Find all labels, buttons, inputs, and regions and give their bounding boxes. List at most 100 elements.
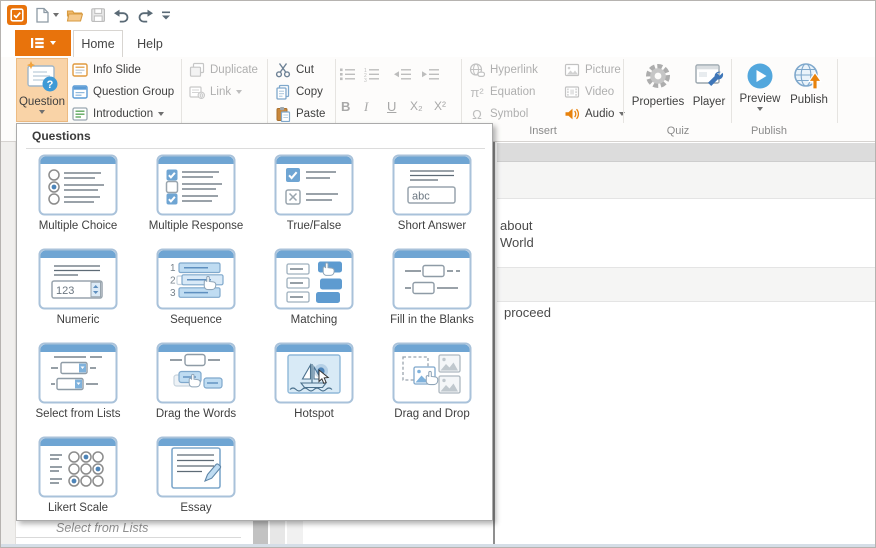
- question-type-label: Numeric: [23, 314, 133, 327]
- svg-text:123: 123: [56, 285, 74, 297]
- form-row-band: [497, 267, 876, 302]
- scrollbar-thumb[interactable]: [253, 518, 268, 544]
- info-slide-button[interactable]: Info Slide: [72, 60, 141, 80]
- new-document-caret-icon[interactable]: [53, 13, 59, 17]
- question-type-item[interactable]: Hotspot: [259, 342, 369, 421]
- preview-button[interactable]: Preview: [735, 58, 785, 122]
- likert-scale-icon: [38, 436, 118, 498]
- question-type-item[interactable]: Select from Lists: [23, 342, 133, 421]
- subscript-button[interactable]: X₂: [410, 99, 423, 113]
- question-type-item[interactable]: Multiple Response: [141, 154, 251, 233]
- question-type-label: Select from Lists: [23, 408, 133, 421]
- new-document-button[interactable]: [34, 4, 59, 26]
- underline-button[interactable]: U: [387, 99, 396, 114]
- question-type-item[interactable]: 123Sequence: [141, 248, 251, 327]
- question-button[interactable]: ? Question: [16, 58, 68, 122]
- duplicate-icon: [189, 62, 205, 78]
- question-type-label: Multiple Choice: [23, 220, 133, 233]
- application-menu-button[interactable]: [15, 30, 71, 56]
- publish-globe-icon: [793, 61, 825, 91]
- fill-in-the-blanks-icon: [392, 248, 472, 310]
- question-type-item[interactable]: Multiple Choice: [23, 154, 133, 233]
- svg-text:3: 3: [170, 288, 176, 299]
- bullet-list-button[interactable]: [339, 67, 357, 82]
- decrease-indent-button[interactable]: [393, 67, 413, 82]
- audio-button[interactable]: Audio: [564, 104, 625, 124]
- form-row-band: [497, 162, 876, 199]
- question-type-item[interactable]: Fill in the Blanks: [377, 248, 487, 327]
- questions-dropdown-panel: Questions Multiple ChoiceMultiple Respon…: [16, 123, 493, 521]
- group-label-quiz: Quiz: [643, 125, 713, 137]
- link-button[interactable]: 0 Link: [189, 82, 242, 102]
- undo-button[interactable]: [113, 4, 130, 26]
- question-type-label: Multiple Response: [141, 220, 251, 233]
- multiple-choice-icon: [38, 154, 118, 216]
- customize-toolbar-button[interactable]: [161, 4, 171, 26]
- panel-splitter[interactable]: [493, 142, 495, 544]
- copy-button[interactable]: Copy: [275, 82, 323, 102]
- copy-icon: [275, 84, 291, 100]
- video-icon: [564, 84, 580, 100]
- duplicate-button[interactable]: Duplicate: [189, 60, 258, 80]
- info-slide-icon: [72, 62, 88, 78]
- question-group-icon: [72, 84, 88, 100]
- hyperlink-button[interactable]: Hyperlink: [469, 60, 538, 80]
- background-text-line: proceed: [504, 305, 551, 320]
- open-button[interactable]: [66, 4, 83, 26]
- question-type-item[interactable]: Drag the Words: [141, 342, 251, 421]
- question-type-item[interactable]: Matching: [259, 248, 369, 327]
- equation-button[interactable]: π² Equation: [469, 82, 535, 102]
- question-type-label: Matching: [259, 314, 369, 327]
- question-type-item[interactable]: abcShort Answer: [377, 154, 487, 233]
- player-window-icon: [694, 61, 724, 93]
- svg-text:1: 1: [170, 263, 176, 274]
- numeric-icon: 123: [38, 248, 118, 310]
- scrollbar-track[interactable]: [270, 518, 285, 544]
- question-type-label: Drag the Words: [141, 408, 251, 421]
- bold-button[interactable]: B: [341, 99, 350, 114]
- essay-icon: [156, 436, 236, 498]
- paste-icon: [275, 106, 291, 122]
- player-button[interactable]: Player: [687, 58, 731, 122]
- picture-icon: [564, 62, 580, 78]
- app-logo-icon: [7, 4, 27, 26]
- properties-button[interactable]: Properties: [629, 58, 687, 122]
- ribbon-tab-bar: Home Help: [1, 29, 876, 57]
- svg-text:abc: abc: [412, 191, 430, 203]
- question-type-item[interactable]: Essay: [141, 436, 251, 515]
- question-type-item[interactable]: Drag and Drop: [377, 342, 487, 421]
- question-type-item[interactable]: 123 Numeric: [23, 248, 133, 327]
- save-button[interactable]: [90, 4, 106, 26]
- select-from-lists-icon: [38, 342, 118, 404]
- preview-play-icon: [746, 62, 774, 90]
- publish-button[interactable]: Publish: [785, 58, 833, 122]
- symbol-button[interactable]: Ω Symbol: [469, 104, 528, 124]
- video-button[interactable]: Video: [564, 82, 614, 102]
- scrollbar-track[interactable]: [287, 518, 303, 544]
- picture-button[interactable]: Picture: [564, 60, 621, 80]
- tab-help[interactable]: Help: [123, 30, 177, 57]
- link-icon: 0: [189, 84, 205, 100]
- paste-button[interactable]: Paste: [275, 104, 325, 124]
- increase-indent-button[interactable]: [421, 67, 441, 82]
- status-bar-edge: [1, 544, 876, 548]
- italic-button[interactable]: I: [364, 99, 368, 115]
- quizmaker-window: Home Help ? Question Info Slide Qu: [0, 0, 876, 548]
- hotspot-icon: [274, 342, 354, 404]
- tab-home[interactable]: Home: [73, 30, 123, 57]
- svg-text:2: 2: [170, 276, 176, 287]
- symbol-icon: Ω: [469, 107, 485, 122]
- redo-button[interactable]: [137, 4, 154, 26]
- question-type-label: Essay: [141, 502, 251, 515]
- question-type-item[interactable]: Likert Scale: [23, 436, 133, 515]
- background-text-line: World: [500, 235, 534, 250]
- question-group-button[interactable]: Question Group: [72, 82, 174, 102]
- numbered-list-button[interactable]: 123: [363, 67, 381, 82]
- form-header-band: [497, 143, 876, 162]
- superscript-button[interactable]: X²: [434, 99, 446, 113]
- question-type-label: True/False: [259, 220, 369, 233]
- introduction-button[interactable]: Introduction: [72, 104, 164, 124]
- question-type-item[interactable]: True/False: [259, 154, 369, 233]
- question-type-label: Hotspot: [259, 408, 369, 421]
- cut-button[interactable]: Cut: [275, 60, 314, 80]
